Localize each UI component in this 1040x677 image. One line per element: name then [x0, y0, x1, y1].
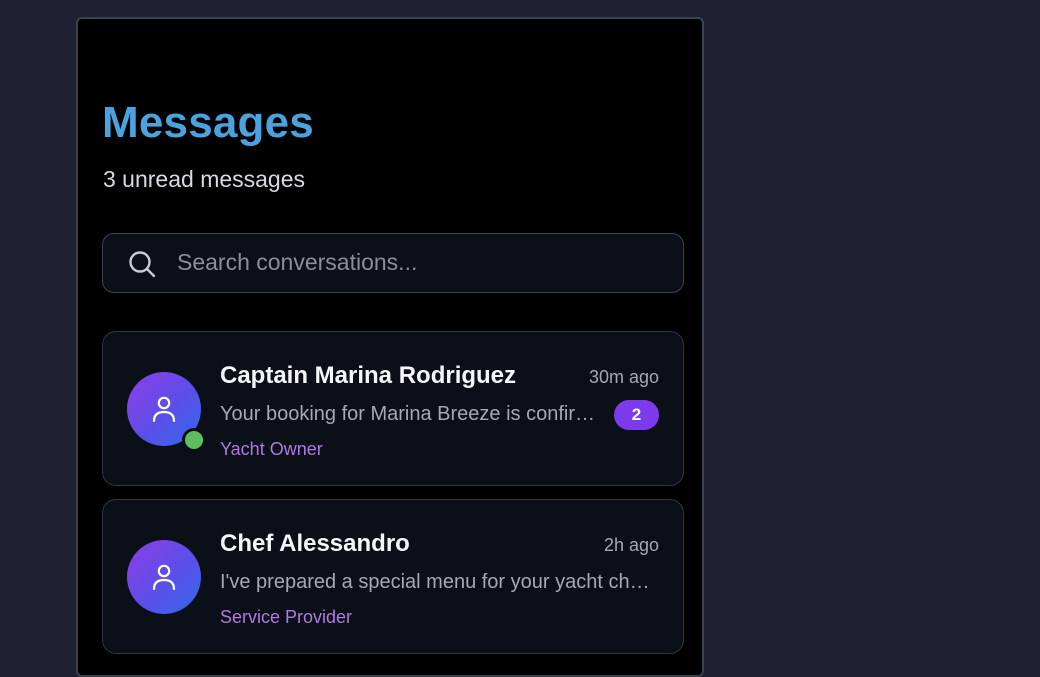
page-title: Messages	[102, 98, 314, 147]
message-preview: Your booking for Marina Breeze is confir…	[220, 403, 598, 425]
unread-count-text: 3 unread messages	[103, 166, 306, 192]
contact-role: Service Provider	[220, 607, 353, 627]
contact-name: Chef Alessandro	[220, 530, 410, 557]
search-icon	[129, 251, 156, 278]
online-status-indicator	[182, 428, 206, 452]
unread-badge: 2	[614, 400, 659, 430]
contact-role: Yacht Owner	[220, 439, 323, 459]
contact-name: Captain Marina Rodriguez	[220, 362, 517, 389]
user-icon	[152, 396, 176, 423]
conversation-item[interactable]: Chef Alessandro 2h ago I've prepared a s…	[102, 499, 684, 654]
conversation-item[interactable]: Captain Marina Rodriguez 30m ago Your bo…	[102, 331, 684, 486]
message-time: 2h ago	[603, 535, 659, 555]
messages-panel: Messages 3 unread messages Captain Marin…	[76, 17, 704, 677]
message-time: 30m ago	[588, 367, 659, 387]
avatar	[127, 540, 201, 614]
user-icon	[152, 564, 176, 591]
search-input[interactable]	[177, 234, 657, 291]
message-preview: I've prepared a special menu for your ya…	[220, 571, 656, 593]
search-box[interactable]	[102, 233, 684, 293]
